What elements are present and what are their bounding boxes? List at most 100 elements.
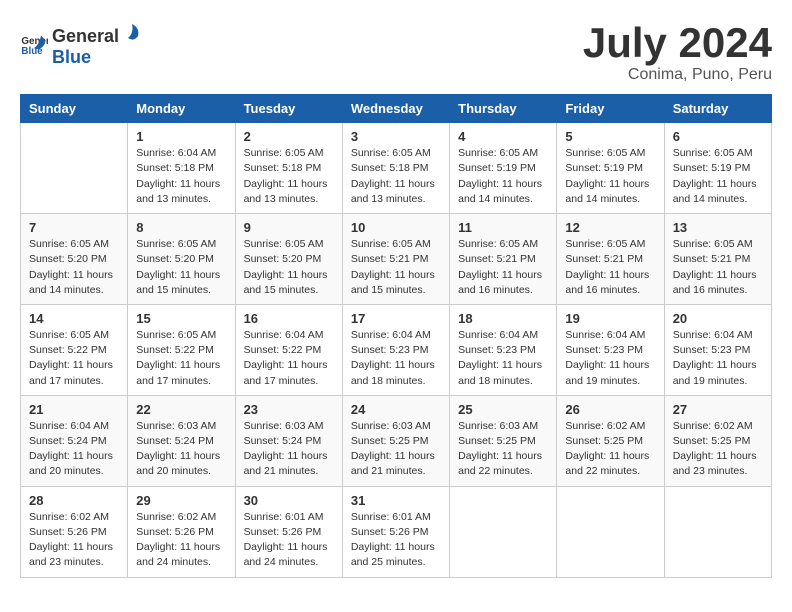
calendar-cell: 2Sunrise: 6:05 AMSunset: 5:18 PMDaylight… xyxy=(235,123,342,214)
day-info: Sunrise: 6:04 AMSunset: 5:18 PMDaylight:… xyxy=(136,146,226,207)
day-number: 30 xyxy=(244,493,334,508)
calendar-cell xyxy=(557,486,664,577)
day-info: Sunrise: 6:03 AMSunset: 5:24 PMDaylight:… xyxy=(244,419,334,480)
calendar-week-row: 7 Sunrise: 6:05 AMSunset: 5:20 PMDaylight… xyxy=(21,214,772,305)
calendar-week-row: 14 Sunrise: 6:05 AMSunset: 5:22 PMDayligh… xyxy=(21,304,772,395)
day-info: Sunrise: 6:04 AMSunset: 5:23 PMDaylight:… xyxy=(351,328,441,389)
calendar-cell: 7 Sunrise: 6:05 AMSunset: 5:20 PMDaylight… xyxy=(21,214,128,305)
weekday-header-row: SundayMondayTuesdayWednesdayThursdayFrid… xyxy=(21,95,772,123)
day-number: 23 xyxy=(244,402,334,417)
calendar-cell: 5 Sunrise: 6:05 AMSunset: 5:19 PMDaylight… xyxy=(557,123,664,214)
day-info: Sunrise: 6:04 AMSunset: 5:23 PMDaylight:… xyxy=(565,328,655,389)
calendar-cell: 9 Sunrise: 6:05 AMSunset: 5:20 PMDaylight… xyxy=(235,214,342,305)
day-number: 8 xyxy=(136,220,226,235)
day-info: Sunrise: 6:02 AMSunset: 5:26 PMDaylight:… xyxy=(29,510,119,571)
day-number: 13 xyxy=(673,220,763,235)
calendar-cell: 12 Sunrise: 6:05 AMSunset: 5:21 PMDayligh… xyxy=(557,214,664,305)
calendar-cell xyxy=(450,486,557,577)
day-info: Sunrise: 6:05 AMSunset: 5:19 PMDaylight:… xyxy=(458,146,548,207)
calendar-cell: 11Sunrise: 6:05 AMSunset: 5:21 PMDayligh… xyxy=(450,214,557,305)
day-number: 19 xyxy=(565,311,655,326)
calendar-cell: 26 Sunrise: 6:02 AMSunset: 5:25 PMDayligh… xyxy=(557,395,664,486)
day-info: Sunrise: 6:05 AMSunset: 5:20 PMDaylight:… xyxy=(244,237,334,298)
calendar-cell xyxy=(664,486,771,577)
day-info: Sunrise: 6:03 AMSunset: 5:25 PMDaylight:… xyxy=(351,419,441,480)
day-number: 27 xyxy=(673,402,763,417)
day-info: Sunrise: 6:03 AMSunset: 5:24 PMDaylight:… xyxy=(136,419,226,480)
day-number: 12 xyxy=(565,220,655,235)
calendar-cell: 23 Sunrise: 6:03 AMSunset: 5:24 PMDayligh… xyxy=(235,395,342,486)
logo-general-text: General xyxy=(52,26,119,47)
day-number: 17 xyxy=(351,311,441,326)
day-number: 6 xyxy=(673,129,763,144)
day-info: Sunrise: 6:05 AMSunset: 5:21 PMDaylight:… xyxy=(565,237,655,298)
calendar-cell: 30 Sunrise: 6:01 AMSunset: 5:26 PMDayligh… xyxy=(235,486,342,577)
calendar-cell: 21Sunrise: 6:04 AMSunset: 5:24 PMDayligh… xyxy=(21,395,128,486)
calendar-week-row: 28Sunrise: 6:02 AMSunset: 5:26 PMDayligh… xyxy=(21,486,772,577)
day-number: 10 xyxy=(351,220,441,235)
calendar-cell: 29 Sunrise: 6:02 AMSunset: 5:26 PMDayligh… xyxy=(128,486,235,577)
calendar-cell: 14Sunrise: 6:05 AMSunset: 5:22 PMDayligh… xyxy=(21,304,128,395)
logo-blue-text: Blue xyxy=(52,47,91,67)
calendar-cell: 19 Sunrise: 6:04 AMSunset: 5:23 PMDayligh… xyxy=(557,304,664,395)
day-info: Sunrise: 6:05 AMSunset: 5:20 PMDaylight:… xyxy=(29,237,119,298)
day-number: 26 xyxy=(565,402,655,417)
day-info: Sunrise: 6:02 AMSunset: 5:25 PMDaylight:… xyxy=(673,419,763,480)
weekday-header-friday: Friday xyxy=(557,95,664,123)
logo: General Blue General Blue xyxy=(20,20,143,68)
calendar-cell: 25 Sunrise: 6:03 AMSunset: 5:25 PMDayligh… xyxy=(450,395,557,486)
weekday-header-tuesday: Tuesday xyxy=(235,95,342,123)
weekday-header-sunday: Sunday xyxy=(21,95,128,123)
day-info: Sunrise: 6:04 AMSunset: 5:23 PMDaylight:… xyxy=(458,328,548,389)
calendar-cell: 16 Sunrise: 6:04 AMSunset: 5:22 PMDayligh… xyxy=(235,304,342,395)
calendar-cell: 17 Sunrise: 6:04 AMSunset: 5:23 PMDayligh… xyxy=(342,304,449,395)
location-title: Conima, Puno, Peru xyxy=(583,66,772,84)
day-number: 20 xyxy=(673,311,763,326)
day-info: Sunrise: 6:05 AMSunset: 5:20 PMDaylight:… xyxy=(136,237,226,298)
day-number: 14 xyxy=(29,311,119,326)
day-number: 18 xyxy=(458,311,548,326)
day-info: Sunrise: 6:05 AMSunset: 5:22 PMDaylight:… xyxy=(136,328,226,389)
day-number: 4 xyxy=(458,129,548,144)
day-info: Sunrise: 6:02 AMSunset: 5:26 PMDaylight:… xyxy=(136,510,226,571)
calendar-cell: 6Sunrise: 6:05 AMSunset: 5:19 PMDaylight… xyxy=(664,123,771,214)
weekday-header-thursday: Thursday xyxy=(450,95,557,123)
calendar-cell: 22 Sunrise: 6:03 AMSunset: 5:24 PMDayligh… xyxy=(128,395,235,486)
calendar-cell: 24 Sunrise: 6:03 AMSunset: 5:25 PMDayligh… xyxy=(342,395,449,486)
day-info: Sunrise: 6:02 AMSunset: 5:25 PMDaylight:… xyxy=(565,419,655,480)
day-number: 22 xyxy=(136,402,226,417)
calendar-week-row: 21Sunrise: 6:04 AMSunset: 5:24 PMDayligh… xyxy=(21,395,772,486)
day-number: 7 xyxy=(29,220,119,235)
day-info: Sunrise: 6:05 AMSunset: 5:19 PMDaylight:… xyxy=(565,146,655,207)
page-header: General Blue General Blue July 2024 Coni… xyxy=(20,20,772,84)
day-info: Sunrise: 6:01 AMSunset: 5:26 PMDaylight:… xyxy=(244,510,334,571)
day-info: Sunrise: 6:05 AMSunset: 5:18 PMDaylight:… xyxy=(244,146,334,207)
calendar-table: SundayMondayTuesdayWednesdayThursdayFrid… xyxy=(20,94,772,577)
day-number: 25 xyxy=(458,402,548,417)
title-area: July 2024 Conima, Puno, Peru xyxy=(583,20,772,84)
day-info: Sunrise: 6:04 AMSunset: 5:23 PMDaylight:… xyxy=(673,328,763,389)
logo-icon: General Blue xyxy=(20,30,48,58)
day-number: 31 xyxy=(351,493,441,508)
day-info: Sunrise: 6:04 AMSunset: 5:22 PMDaylight:… xyxy=(244,328,334,389)
day-number: 24 xyxy=(351,402,441,417)
day-info: Sunrise: 6:05 AMSunset: 5:21 PMDaylight:… xyxy=(673,237,763,298)
day-number: 15 xyxy=(136,311,226,326)
calendar-cell: 20 Sunrise: 6:04 AMSunset: 5:23 PMDayligh… xyxy=(664,304,771,395)
day-number: 16 xyxy=(244,311,334,326)
calendar-cell: 31Sunrise: 6:01 AMSunset: 5:26 PMDayligh… xyxy=(342,486,449,577)
day-info: Sunrise: 6:05 AMSunset: 5:18 PMDaylight:… xyxy=(351,146,441,207)
weekday-header-wednesday: Wednesday xyxy=(342,95,449,123)
day-info: Sunrise: 6:03 AMSunset: 5:25 PMDaylight:… xyxy=(458,419,548,480)
calendar-cell: 28Sunrise: 6:02 AMSunset: 5:26 PMDayligh… xyxy=(21,486,128,577)
day-number: 9 xyxy=(244,220,334,235)
logo-arrow-icon xyxy=(120,20,142,42)
weekday-header-saturday: Saturday xyxy=(664,95,771,123)
day-info: Sunrise: 6:05 AMSunset: 5:21 PMDaylight:… xyxy=(351,237,441,298)
calendar-cell: 3Sunrise: 6:05 AMSunset: 5:18 PMDaylight… xyxy=(342,123,449,214)
day-number: 29 xyxy=(136,493,226,508)
calendar-cell: 27 Sunrise: 6:02 AMSunset: 5:25 PMDayligh… xyxy=(664,395,771,486)
calendar-cell: 4 Sunrise: 6:05 AMSunset: 5:19 PMDaylight… xyxy=(450,123,557,214)
day-number: 5 xyxy=(565,129,655,144)
day-info: Sunrise: 6:05 AMSunset: 5:21 PMDaylight:… xyxy=(458,237,548,298)
